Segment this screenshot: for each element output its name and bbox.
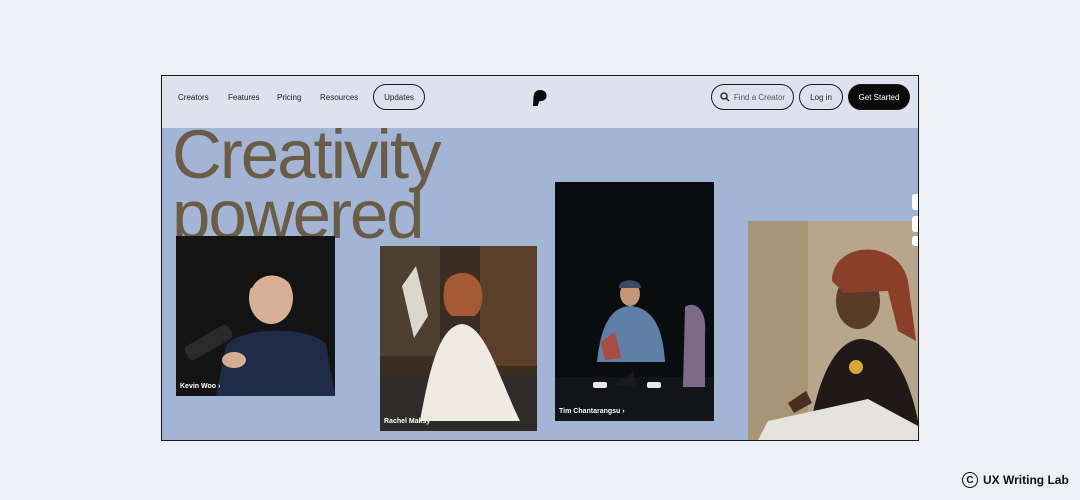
creator-name: Kevin Woo: [180, 383, 217, 390]
top-navigation: Creators Features Pricing Resources Upda…: [162, 76, 918, 128]
updates-button-label: Updates: [384, 92, 414, 102]
get-started-button[interactable]: Get Started: [848, 84, 910, 110]
login-button-label: Log in: [810, 92, 832, 102]
copyright-icon: C: [962, 472, 978, 488]
find-creator-search[interactable]: Find a Creator: [711, 84, 794, 110]
ux-writing-lab-watermark: C UX Writing Lab: [962, 472, 1069, 488]
creator-name: Rachel Maksy: [384, 418, 431, 425]
creator-photo-image: [555, 182, 714, 421]
nav-creators-link[interactable]: Creators: [178, 93, 209, 102]
creator-photo-image: [176, 236, 335, 396]
updates-button[interactable]: Updates: [373, 84, 425, 110]
browser-frame: Creators Features Pricing Resources Upda…: [161, 75, 919, 441]
creator-photo-kevin-woo[interactable]: [176, 236, 335, 396]
creator-photo-image: [380, 246, 537, 431]
watermark-label: UX Writing Lab: [983, 473, 1069, 487]
nav-features-link[interactable]: Features: [228, 93, 260, 102]
creator-photo-rachel-maksy[interactable]: [380, 246, 537, 431]
creator-caption-kevin-woo[interactable]: Kevin Woo ›: [180, 383, 220, 390]
side-widget-handle[interactable]: [912, 194, 918, 210]
creator-photo-artist[interactable]: [748, 221, 918, 440]
side-widget-handle[interactable]: [912, 236, 918, 246]
get-started-button-label: Get Started: [858, 92, 900, 102]
creator-caption-rachel-maksy[interactable]: Rachel Maksy: [384, 418, 430, 425]
side-widget-handle[interactable]: [912, 216, 918, 232]
search-placeholder: Find a Creator: [733, 92, 786, 102]
login-button[interactable]: Log in: [799, 84, 843, 110]
nav-pricing-link[interactable]: Pricing: [277, 93, 301, 102]
nav-resources-link[interactable]: Resources: [320, 93, 358, 102]
creator-caption-tim-chantarangsu[interactable]: Tim Chantarangsu ›: [559, 408, 625, 415]
patreon-logo-icon[interactable]: [530, 89, 548, 107]
search-icon: [720, 92, 730, 102]
creator-photo-tim-chantarangsu[interactable]: [555, 182, 714, 421]
creator-photo-image: [748, 221, 918, 440]
creator-name: Tim Chantarangsu: [559, 408, 621, 415]
